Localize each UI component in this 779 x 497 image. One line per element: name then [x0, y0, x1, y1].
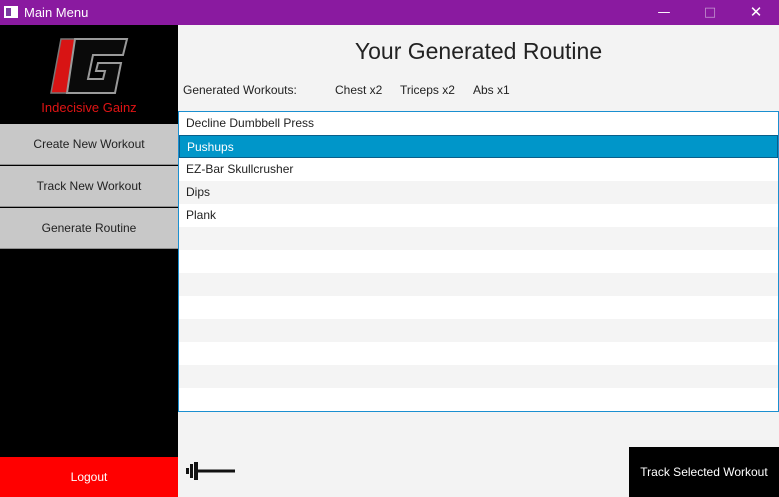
empty-list-row[interactable] — [179, 388, 778, 411]
list-item[interactable]: Pushups — [179, 135, 778, 158]
empty-list-row[interactable] — [179, 273, 778, 296]
generated-workouts-label: Generated Workouts: — [183, 83, 297, 97]
generate-routine-button[interactable]: Generate Routine — [0, 208, 178, 249]
title-bar: Main Menu — □ ✕ — [0, 0, 779, 25]
empty-list-row[interactable] — [179, 250, 778, 273]
empty-list-row[interactable] — [179, 365, 778, 388]
sidebar: Indecisive Gainz Create New Workout Trac… — [0, 25, 178, 497]
empty-list-row[interactable] — [179, 342, 778, 365]
empty-list-row[interactable] — [179, 296, 778, 319]
minimize-icon[interactable]: — — [641, 0, 687, 25]
list-item[interactable]: Decline Dumbbell Press — [179, 112, 778, 135]
page-title: Your Generated Routine — [354, 38, 603, 64]
window-title: Main Menu — [24, 5, 89, 20]
track-new-workout-button[interactable]: Track New Workout — [0, 166, 178, 207]
muscle-tag-triceps: Triceps x2 — [400, 83, 455, 97]
create-new-workout-button[interactable]: Create New Workout — [0, 124, 178, 165]
logout-button[interactable]: Logout — [0, 457, 178, 497]
list-item[interactable]: Dips — [179, 181, 778, 204]
workout-list[interactable]: Decline Dumbbell Press Pushups EZ-Bar Skul… — [178, 111, 779, 412]
muscle-tag-chest: Chest x2 — [335, 83, 383, 97]
empty-list-row[interactable] — [179, 319, 778, 342]
brand-name: Indecisive Gainz — [41, 100, 137, 115]
app-window-icon — [4, 6, 18, 18]
close-icon[interactable]: ✕ — [733, 0, 779, 25]
list-item[interactable]: EZ-Bar Skullcrusher — [179, 158, 778, 181]
brand-logo — [50, 38, 129, 94]
list-item[interactable]: Plank — [179, 204, 778, 227]
empty-list-row[interactable] — [179, 227, 778, 250]
maximize-icon[interactable]: □ — [687, 0, 733, 25]
muscle-tag-abs: Abs x1 — [473, 83, 510, 97]
track-selected-workout-button[interactable]: Track Selected Workout — [629, 447, 779, 497]
barbell-icon — [186, 462, 235, 480]
